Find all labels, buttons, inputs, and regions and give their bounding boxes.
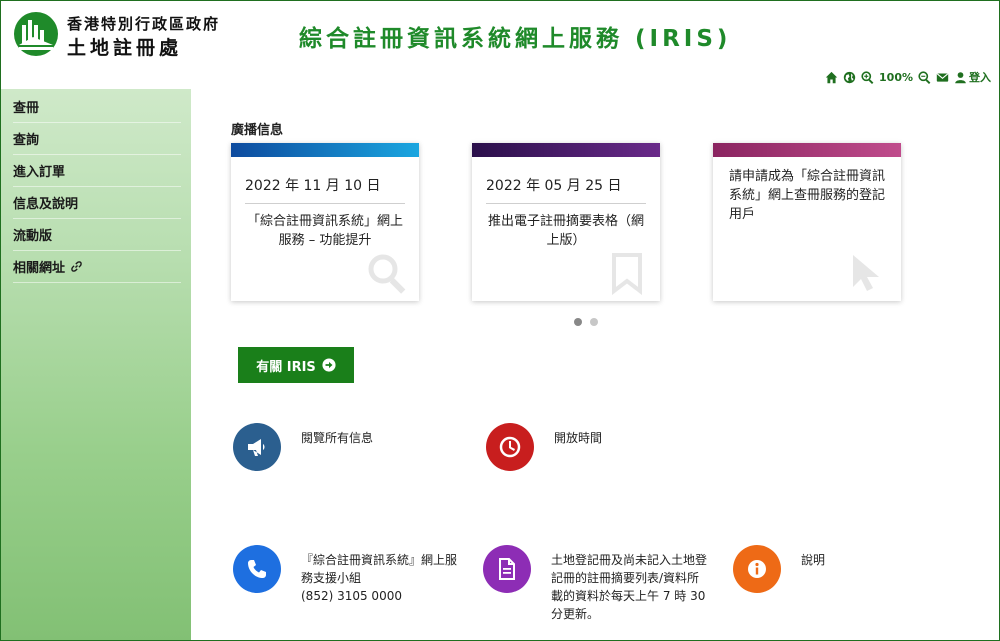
contact-button[interactable] [936,71,949,84]
zoom-out-icon [918,70,931,84]
link-icon [71,261,82,272]
language-button[interactable] [843,71,856,84]
sidebar-item-orders[interactable]: 進入訂單 [13,155,181,187]
carousel-dot[interactable] [590,318,598,326]
header-toolbar: 100% 登入 [825,69,991,85]
envelope-icon [936,72,949,82]
sidebar-item-label: 進入訂單 [13,165,66,180]
quick-link-label: 開放時間 [554,431,603,445]
broadcast-card[interactable]: 請申請成為「綜合註冊資訊系統」網上查冊服務的登記用戶 [713,143,901,301]
carousel-dot[interactable] [574,318,582,326]
login-link[interactable]: 登入 [954,69,991,85]
globe-icon [843,71,856,83]
magnifier-icon [368,254,406,294]
document-icon [483,545,531,593]
quick-link-label: 說明 [801,553,826,567]
quick-link-opening-hours[interactable]: 開放時間 [486,423,602,471]
user-icon [955,71,966,83]
page-frame: 香港特別行政區政府 土地註冊處 綜合註冊資訊系統網上服務 (IRIS) 100% [0,0,1000,641]
broadcast-title: 廣播信息 [231,123,284,138]
bookmark-icon [612,253,642,295]
phone-icon [233,545,281,593]
home-button[interactable] [825,71,838,84]
org-name-line1: 香港特別行政區政府 [67,15,221,33]
sidebar-item-label: 流動版 [13,229,53,244]
zoom-in-button[interactable] [861,70,874,84]
card-accent-bar [713,143,901,157]
broadcast-card[interactable]: 2022 年 11 月 10 日 「綜合註冊資訊系統」網上服務 – 功能提升 [231,143,419,301]
quick-link-label: 『綜合註冊資訊系統』網上服 務支援小組 (852) 3105 0000 [301,553,458,603]
card-text: 「綜合註冊資訊系統」網上服務 – 功能提升 [247,214,404,248]
sidebar-item-enquiry[interactable]: 查詢 [13,123,181,155]
card-text: 請申請成為「綜合註冊資訊系統」網上查冊服務的登記用戶 [729,169,886,222]
card-accent-bar [231,143,419,157]
broadcast-card[interactable]: 2022 年 05 月 25 日 推出電子註冊摘要表格（網上版） [472,143,660,301]
carousel-dots [574,318,598,326]
about-iris-button[interactable]: 有關 IRIS [238,347,354,383]
site-header: 香港特別行政區政府 土地註冊處 綜合註冊資訊系統網上服務 (IRIS) 100% [1,1,999,89]
sidebar-item-label: 相關網址 [13,261,66,276]
land-registry-logo[interactable] [13,11,59,57]
org-name-line2: 土地註冊處 [67,37,183,59]
quick-link-label: 閱覽所有信息 [301,431,374,445]
arrow-circle-right-icon [322,358,336,372]
card-text: 推出電子註冊摘要表格（網上版） [488,214,645,248]
about-iris-label: 有關 IRIS [256,359,316,375]
quick-link-update-notice[interactable]: 土地登記冊及尚未記入土地登 記冊的註冊摘要列表/資料所 載的資料於每天上午 7 … [483,545,707,623]
zoom-out-button[interactable] [918,70,931,84]
zoom-in-icon [861,70,874,84]
quick-link-label: 土地登記冊及尚未記入土地登 記冊的註冊摘要列表/資料所 載的資料於每天上午 7 … [551,553,708,621]
quick-link-help[interactable]: 說明 [733,545,825,593]
card-date: 2022 年 11 月 10 日 [245,175,405,204]
sidebar-item-search[interactable]: 查冊 [13,91,181,123]
sidebar-item-info-help[interactable]: 信息及說明 [13,187,181,219]
cursor-icon [853,255,879,291]
clock-icon [486,423,534,471]
sidebar-nav: 查冊 查詢 進入訂單 信息及說明 流動版 相關網址 [1,89,191,640]
megaphone-icon [233,423,281,471]
site-title: 綜合註冊資訊系統網上服務 (IRIS) [299,26,732,52]
sidebar-item-label: 查冊 [13,101,40,116]
info-icon [733,545,781,593]
main-content: 廣播信息 2022 年 11 月 10 日 「綜合註冊資訊系統」網上服務 – 功… [191,89,999,640]
sidebar-item-label: 查詢 [13,133,40,148]
sidebar-item-label: 信息及說明 [13,197,79,212]
quick-link-all-messages[interactable]: 閱覽所有信息 [233,423,373,471]
zoom-level: 100% [879,70,913,84]
login-label: 登入 [969,71,991,84]
sidebar-item-related-links[interactable]: 相關網址 [13,251,181,283]
card-date: 2022 年 05 月 25 日 [486,175,646,204]
quick-link-support-hotline[interactable]: 『綜合註冊資訊系統』網上服 務支援小組 (852) 3105 0000 [233,545,457,605]
sidebar-item-mobile[interactable]: 流動版 [13,219,181,251]
card-accent-bar [472,143,660,157]
home-icon [825,71,838,83]
